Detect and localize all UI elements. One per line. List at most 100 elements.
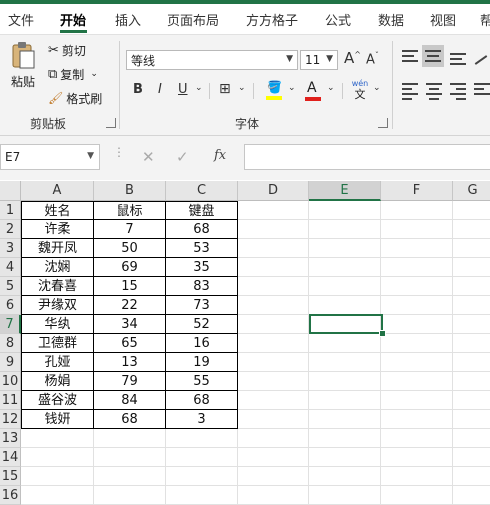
chevron-down-icon[interactable]: ▼ <box>87 151 94 161</box>
cell-g5[interactable] <box>453 277 490 296</box>
cell-g10[interactable] <box>453 372 490 391</box>
spreadsheet-grid[interactable]: A B C D E F G 1 姓名 鼠标 键盘 2 许柔 7 68 3 魏开凤 50 53 4 沈娴 69 35 5 沈春喜 1… <box>0 181 490 505</box>
cancel-icon[interactable]: ✕ <box>142 148 155 166</box>
shrink-font-button[interactable]: Aˇ <box>366 51 379 67</box>
cell-f5[interactable] <box>381 277 453 296</box>
cell-c13[interactable] <box>166 429 238 448</box>
cell-f15[interactable] <box>381 467 453 486</box>
cell-b7[interactable]: 34 <box>94 315 166 334</box>
chevron-down-icon[interactable]: ⌄ <box>373 83 381 93</box>
decrease-indent-icon[interactable] <box>474 83 490 97</box>
cell-c6[interactable]: 73 <box>166 296 238 315</box>
cut-button[interactable]: ✂ 剪切 <box>48 41 86 59</box>
cell-e11[interactable] <box>309 391 381 410</box>
column-header-c[interactable]: C <box>166 181 238 201</box>
cell-d14[interactable] <box>238 448 309 467</box>
cell-e3[interactable] <box>309 239 381 258</box>
cell-a10[interactable]: 杨娟 <box>21 372 94 391</box>
cell-d1[interactable] <box>238 201 309 220</box>
cell-d9[interactable] <box>238 353 309 372</box>
cell-b6[interactable]: 22 <box>94 296 166 315</box>
cell-b4[interactable]: 69 <box>94 258 166 277</box>
row-header-1[interactable]: 1 <box>0 201 21 220</box>
font-color-button[interactable]: A <box>302 80 324 102</box>
cell-d16[interactable] <box>238 486 309 505</box>
cell-e4[interactable] <box>309 258 381 277</box>
cell-g1[interactable] <box>453 201 490 220</box>
cell-a11[interactable]: 盛谷波 <box>21 391 94 410</box>
font-launcher-icon[interactable] <box>378 118 388 128</box>
cell-g13[interactable] <box>453 429 490 448</box>
cell-d15[interactable] <box>238 467 309 486</box>
cell-e13[interactable] <box>309 429 381 448</box>
cell-e16[interactable] <box>309 486 381 505</box>
column-header-e[interactable]: E <box>309 181 381 201</box>
drag-handle-icon[interactable]: ⋮ <box>113 146 125 158</box>
cell-g11[interactable] <box>453 391 490 410</box>
cell-a6[interactable]: 尹缘双 <box>21 296 94 315</box>
cell-f16[interactable] <box>381 486 453 505</box>
enter-icon[interactable]: ✓ <box>176 148 189 166</box>
cell-d13[interactable] <box>238 429 309 448</box>
cell-d7[interactable] <box>238 315 309 334</box>
cell-f4[interactable] <box>381 258 453 277</box>
cell-g2[interactable] <box>453 220 490 239</box>
cell-e2[interactable] <box>309 220 381 239</box>
insert-function-button[interactable]: fx <box>214 148 226 163</box>
underline-button[interactable]: U <box>178 82 188 97</box>
cell-d11[interactable] <box>238 391 309 410</box>
cell-g12[interactable] <box>453 410 490 429</box>
cell-c7[interactable]: 52 <box>166 315 238 334</box>
cell-f9[interactable] <box>381 353 453 372</box>
name-box[interactable]: E7 ▼ <box>0 144 100 170</box>
font-name-select[interactable]: 等线 ▼ <box>126 50 298 70</box>
align-left-icon[interactable] <box>402 83 418 100</box>
cell-f10[interactable] <box>381 372 453 391</box>
format-painter-button[interactable]: 🖌 格式刷 <box>48 89 102 107</box>
cell-b13[interactable] <box>94 429 166 448</box>
cell-c2[interactable]: 68 <box>166 220 238 239</box>
cell-a16[interactable] <box>21 486 94 505</box>
cell-c1[interactable]: 键盘 <box>166 201 238 220</box>
cell-c16[interactable] <box>166 486 238 505</box>
tab-file[interactable]: 文件 <box>8 10 34 29</box>
phonetic-button[interactable]: wén 文 <box>350 79 370 103</box>
cell-c10[interactable]: 55 <box>166 372 238 391</box>
cell-a1[interactable]: 姓名 <box>21 201 94 220</box>
row-header-10[interactable]: 10 <box>0 372 21 391</box>
tab-formulas[interactable]: 公式 <box>325 10 351 29</box>
chevron-down-icon[interactable]: ⌄ <box>195 83 203 93</box>
align-bottom-icon[interactable] <box>450 49 466 65</box>
row-header-8[interactable]: 8 <box>0 334 21 353</box>
align-right-icon[interactable] <box>450 83 466 100</box>
cell-b16[interactable] <box>94 486 166 505</box>
formula-input[interactable] <box>244 144 490 170</box>
copy-button[interactable]: ⧉ 复制 ⌄ <box>48 65 98 83</box>
font-size-select[interactable]: 11 ▼ <box>300 50 338 70</box>
fill-color-button[interactable]: 🪣 <box>264 80 286 102</box>
cell-g6[interactable] <box>453 296 490 315</box>
tab-data[interactable]: 数据 <box>378 10 404 29</box>
column-header-b[interactable]: B <box>94 181 166 201</box>
borders-icon[interactable]: ⊞ <box>219 81 231 97</box>
row-header-14[interactable]: 14 <box>0 448 21 467</box>
cell-c3[interactable]: 53 <box>166 239 238 258</box>
cell-e6[interactable] <box>309 296 381 315</box>
cell-f13[interactable] <box>381 429 453 448</box>
cell-g15[interactable] <box>453 467 490 486</box>
cell-a14[interactable] <box>21 448 94 467</box>
cell-b12[interactable]: 68 <box>94 410 166 429</box>
tab-home[interactable]: 开始 <box>60 10 86 29</box>
row-header-3[interactable]: 3 <box>0 239 21 258</box>
cell-b14[interactable] <box>94 448 166 467</box>
row-header-6[interactable]: 6 <box>0 296 21 315</box>
cell-e1[interactable] <box>309 201 381 220</box>
cell-c5[interactable]: 83 <box>166 277 238 296</box>
cell-a5[interactable]: 沈春喜 <box>21 277 94 296</box>
select-all-corner[interactable] <box>0 181 21 201</box>
cell-c14[interactable] <box>166 448 238 467</box>
cell-c15[interactable] <box>166 467 238 486</box>
row-header-4[interactable]: 4 <box>0 258 21 277</box>
cell-g7[interactable] <box>453 315 490 334</box>
cell-g14[interactable] <box>453 448 490 467</box>
